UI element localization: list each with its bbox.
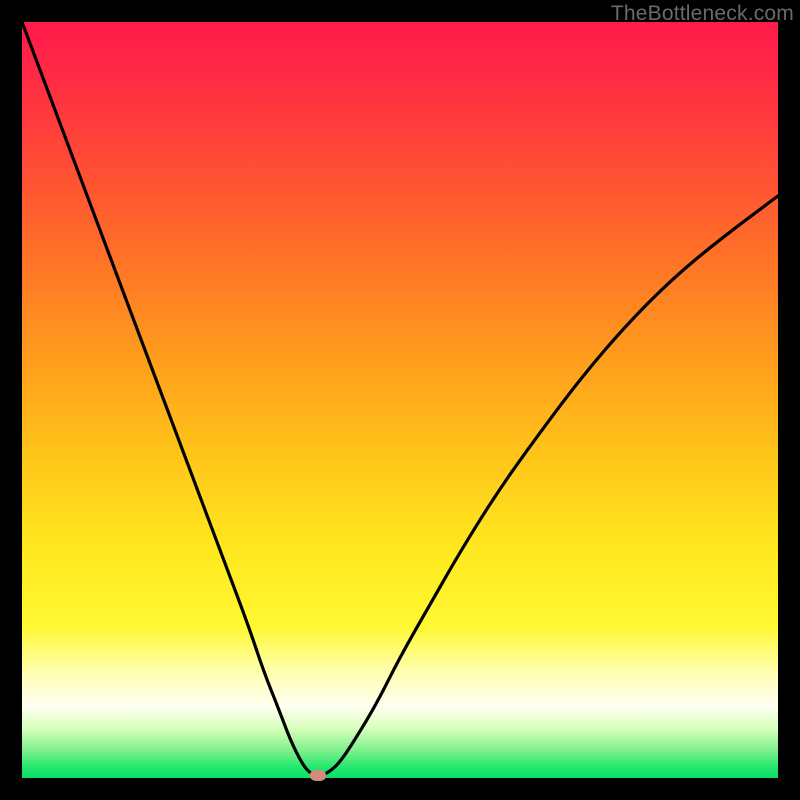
- watermark-text: TheBottleneck.com: [611, 2, 794, 26]
- chart-svg: [22, 22, 778, 778]
- chart-frame: [22, 22, 778, 778]
- optimal-point-marker: [310, 770, 326, 781]
- chart-background: [22, 22, 778, 778]
